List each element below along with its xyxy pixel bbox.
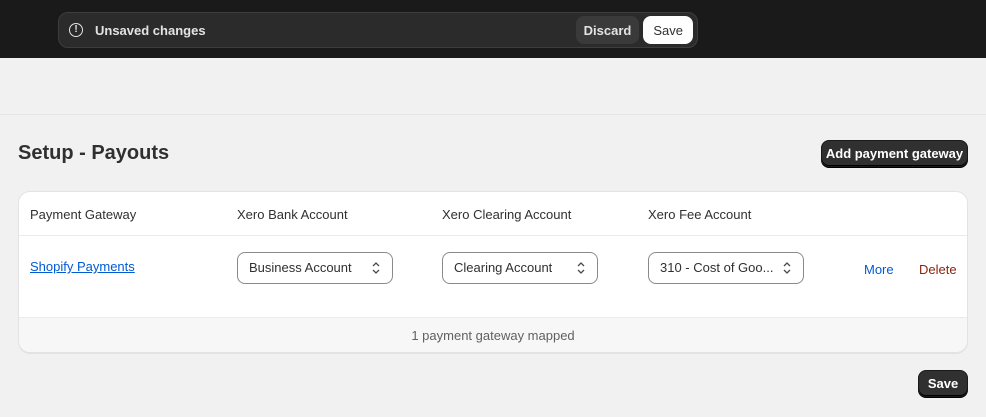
add-payment-gateway-button[interactable]: Add payment gateway xyxy=(821,140,968,167)
table-header: Payment Gateway Xero Bank Account Xero C… xyxy=(19,192,967,236)
fee-account-select[interactable]: 310 - Cost of Goo... xyxy=(648,252,804,284)
section-divider xyxy=(0,114,986,115)
delete-link[interactable]: Delete xyxy=(919,262,957,277)
discard-button[interactable]: Discard xyxy=(575,16,640,44)
column-header-bank-account: Xero Bank Account xyxy=(237,207,348,222)
save-bar-save-button[interactable]: Save xyxy=(643,16,693,44)
save-button[interactable]: Save xyxy=(918,370,968,397)
chevron-up-down-icon xyxy=(577,262,585,274)
contextual-save-bar: ! Unsaved changes Discard Save xyxy=(58,12,698,48)
bank-account-select[interactable]: Business Account xyxy=(237,252,393,284)
page-title: Setup - Payouts xyxy=(18,142,170,164)
unsaved-changes-message: Unsaved changes xyxy=(95,22,206,38)
column-header-clearing-account: Xero Clearing Account xyxy=(442,207,572,222)
payouts-table-card: Payment Gateway Xero Bank Account Xero C… xyxy=(18,191,968,353)
clearing-account-select[interactable]: Clearing Account xyxy=(442,252,598,284)
table-footer-summary: 1 payment gateway mapped xyxy=(19,317,967,352)
more-link[interactable]: More xyxy=(864,262,894,277)
bank-account-select-value: Business Account xyxy=(249,260,352,275)
contextual-save-bar-container: ! Unsaved changes Discard Save xyxy=(0,0,986,58)
chevron-up-down-icon xyxy=(783,262,791,274)
column-header-fee-account: Xero Fee Account xyxy=(648,207,752,222)
column-header-payment-gateway: Payment Gateway xyxy=(30,207,137,222)
chevron-up-down-icon xyxy=(372,262,380,274)
gateway-link-shopify-payments[interactable]: Shopify Payments xyxy=(30,259,135,274)
fee-account-select-value: 310 - Cost of Goo... xyxy=(660,260,774,275)
alert-circle-icon: ! xyxy=(69,23,83,37)
clearing-account-select-value: Clearing Account xyxy=(454,260,553,275)
table-row: Shopify Payments Business Account Cleari… xyxy=(19,236,967,317)
